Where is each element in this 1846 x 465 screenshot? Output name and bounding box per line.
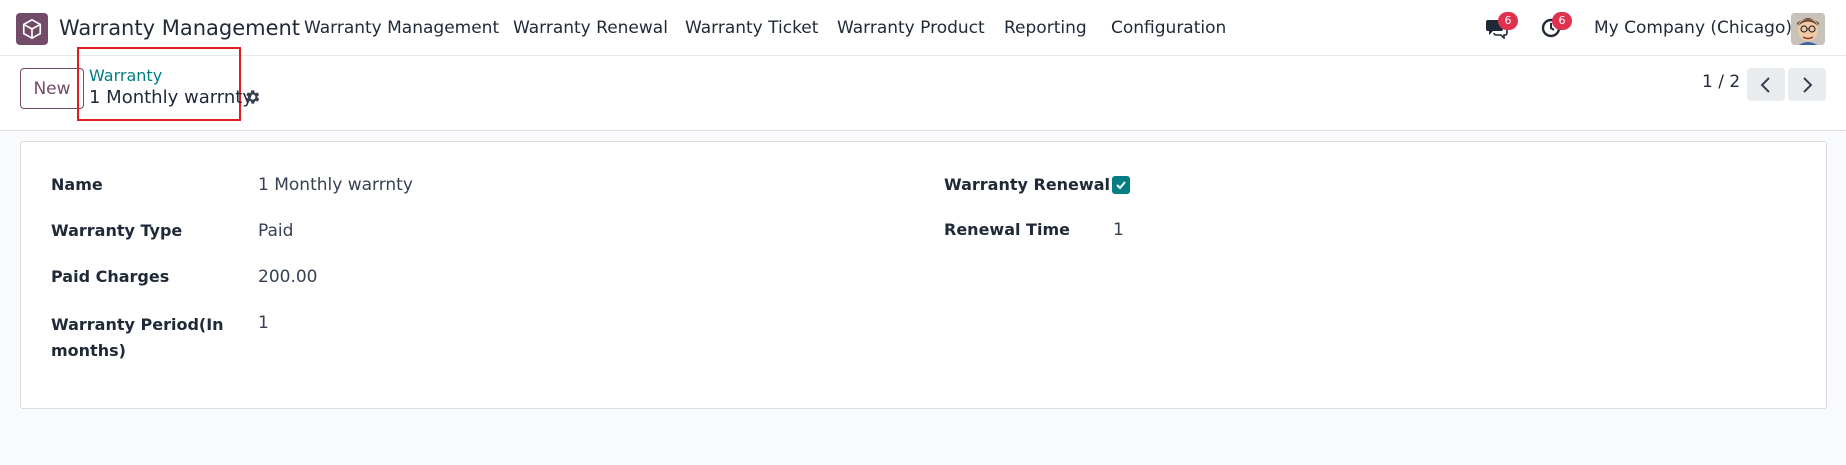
- pager-previous-button[interactable]: [1747, 68, 1785, 101]
- pager-next-button[interactable]: [1788, 68, 1826, 101]
- paid-charges-label: Paid Charges: [51, 267, 170, 286]
- app-logo-icon[interactable]: [16, 13, 48, 45]
- chevron-right-icon: [1803, 76, 1813, 93]
- activities-badge: 6: [1552, 12, 1572, 30]
- control-panel: New Warranty 1 Monthly warrnty 1 / 2: [0, 47, 1846, 131]
- menu-warranty-renewal[interactable]: Warranty Renewal: [513, 18, 668, 38]
- menu-reporting[interactable]: Reporting: [1004, 18, 1087, 38]
- breadcrumb-current-record: 1 Monthly warrnty: [89, 87, 254, 108]
- menu-warranty-ticket[interactable]: Warranty Ticket: [685, 18, 818, 38]
- pager-value[interactable]: 1 / 2: [1702, 72, 1740, 92]
- top-navbar: Warranty Management Warranty Management …: [0, 0, 1846, 56]
- activities-button[interactable]: 6: [1537, 12, 1572, 41]
- menu-warranty-product[interactable]: Warranty Product: [837, 18, 985, 38]
- user-avatar[interactable]: [1791, 13, 1825, 45]
- chevron-left-icon: [1760, 76, 1770, 93]
- name-label: Name: [51, 175, 103, 194]
- renewal-time-label: Renewal Time: [944, 220, 1070, 239]
- renewal-time-field[interactable]: 1: [1113, 220, 1124, 240]
- warranty-period-field[interactable]: 1: [258, 313, 269, 333]
- breadcrumb-parent-link[interactable]: Warranty: [89, 66, 162, 85]
- name-field[interactable]: 1 Monthly warrnty: [258, 175, 413, 195]
- warranty-renewal-checkbox[interactable]: [1112, 176, 1130, 194]
- new-button[interactable]: New: [20, 68, 84, 109]
- menu-warranty-management[interactable]: Warranty Management: [304, 18, 499, 38]
- messages-button[interactable]: 6: [1483, 12, 1518, 41]
- company-switcher[interactable]: My Company (Chicago): [1594, 18, 1792, 38]
- paid-charges-field[interactable]: 200.00: [258, 267, 317, 287]
- app-name[interactable]: Warranty Management: [59, 16, 300, 40]
- messages-badge: 6: [1498, 12, 1518, 30]
- warranty-type-field[interactable]: Paid: [258, 221, 293, 241]
- checkmark-icon: [1116, 181, 1126, 190]
- warranty-type-label: Warranty Type: [51, 221, 183, 240]
- warranty-renewal-label: Warranty Renewal: [944, 175, 1110, 194]
- warranty-period-label: Warranty Period(In months): [51, 315, 224, 360]
- menu-configuration[interactable]: Configuration: [1111, 18, 1226, 38]
- gear-icon[interactable]: [243, 88, 261, 106]
